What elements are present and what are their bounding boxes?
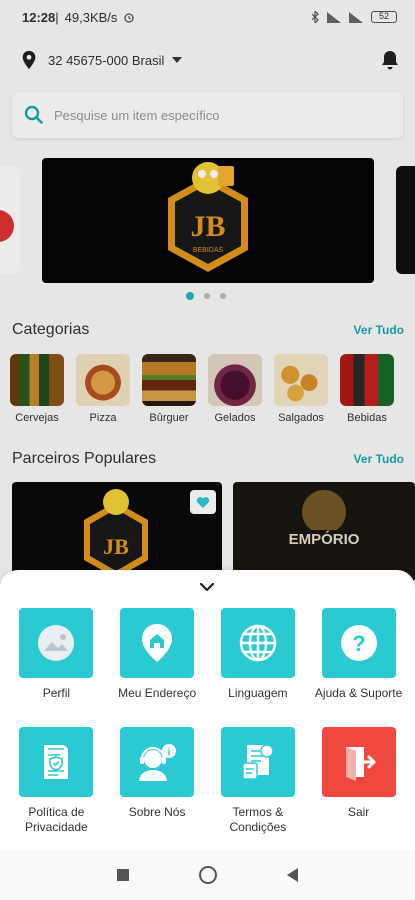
system-nav-bar	[0, 850, 415, 900]
logout-door-icon	[345, 747, 376, 781]
menu-item-label: Termos & Condições	[229, 805, 287, 834]
menu-item-logout[interactable]: Sair	[309, 727, 409, 835]
menu-item-terms[interactable]: Termos & Condições	[208, 727, 308, 835]
recents-icon[interactable]	[117, 869, 129, 881]
menu-item-label: Política de Privacidade	[25, 805, 88, 834]
globe-icon	[239, 624, 277, 662]
menu-item-label: Linguagem	[228, 686, 288, 700]
home-icon[interactable]	[199, 866, 217, 884]
home-pin-icon	[142, 624, 173, 662]
menu-item-about-us[interactable]: i Sobre Nós	[107, 727, 207, 835]
menu-item-help-support[interactable]: ? Ajuda & Suporte	[309, 608, 409, 701]
menu-item-label: Sair	[347, 805, 370, 819]
menu-item-label: Perfil	[42, 686, 71, 700]
menu-item-profile[interactable]: Perfil	[6, 608, 106, 701]
image-placeholder-icon	[38, 625, 75, 661]
support-agent-icon: i	[139, 744, 177, 781]
back-icon[interactable]	[287, 868, 298, 882]
menu-item-my-address[interactable]: Meu Endereço	[107, 608, 207, 701]
menu-item-language[interactable]: Linguagem	[208, 608, 308, 701]
menu-item-label: Sobre Nós	[128, 805, 186, 819]
svg-text:i: i	[168, 747, 171, 758]
svg-text:?: ?	[352, 631, 365, 656]
menu-grid: Perfil Meu Endereço Linguagem ? Ajuda & …	[0, 608, 415, 835]
menu-item-privacy-policy[interactable]: Política de Privacidade	[6, 727, 106, 835]
menu-bottom-sheet: Perfil Meu Endereço Linguagem ? Ajuda & …	[0, 570, 415, 850]
chevron-down-icon[interactable]	[198, 580, 216, 594]
terms-document-icon	[242, 744, 274, 780]
question-icon: ?	[340, 625, 377, 661]
menu-item-label: Ajuda & Suporte	[314, 686, 403, 700]
privacy-document-icon	[44, 745, 69, 779]
menu-item-label: Meu Endereço	[118, 686, 197, 700]
